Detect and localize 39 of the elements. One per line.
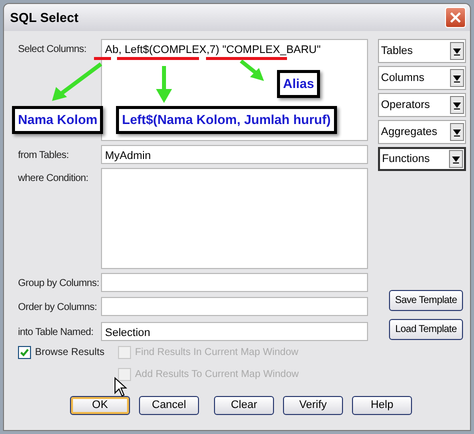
field-label: Order by Columns: bbox=[17, 301, 98, 315]
annotation-label: Alias bbox=[277, 70, 320, 98]
field-label: Group by Columns: bbox=[17, 277, 100, 291]
input-field[interactable]: Selection bbox=[101, 322, 368, 341]
pointer-arrow bbox=[156, 66, 172, 103]
annotation-label: Left$(Nama Kolom, Jumlah huruf) bbox=[116, 106, 337, 134]
input-field[interactable] bbox=[101, 297, 368, 316]
pointer-arrow bbox=[240, 59, 264, 81]
field-label: Select Columns: bbox=[17, 43, 88, 57]
annotation-label: Nama Kolom bbox=[12, 106, 104, 134]
field-label: from Tables: bbox=[17, 149, 70, 163]
field-label: into Table Named: bbox=[17, 326, 94, 340]
checkbox[interactable] bbox=[18, 346, 31, 359]
underline-mark bbox=[94, 57, 111, 60]
dialog-button[interactable]: Cancel bbox=[139, 396, 199, 415]
dialog-button[interactable]: Verify bbox=[283, 396, 343, 415]
dropdown[interactable]: Tables bbox=[378, 39, 466, 63]
dialog-button[interactable]: OK bbox=[70, 396, 130, 415]
template-button[interactable]: Load Template bbox=[389, 319, 463, 340]
close-icon bbox=[450, 12, 461, 23]
dropdown[interactable]: Aggregates bbox=[378, 120, 466, 144]
close-button[interactable] bbox=[445, 7, 466, 28]
dropdown[interactable]: Columns bbox=[378, 66, 466, 90]
check-icon bbox=[20, 348, 29, 357]
template-button[interactable]: Save Template bbox=[389, 290, 463, 311]
field-label: where Condition: bbox=[17, 172, 90, 186]
dropdown[interactable]: Functions bbox=[378, 147, 466, 171]
mouse-cursor-icon bbox=[114, 377, 127, 397]
dialog-button[interactable]: Clear bbox=[214, 396, 274, 415]
checkbox-label: Browse Results bbox=[35, 346, 104, 360]
checkbox-label: Find Results In Current Map Window bbox=[135, 346, 298, 360]
dialog-button[interactable]: Help bbox=[352, 396, 412, 415]
input-field[interactable]: MyAdmin bbox=[101, 145, 368, 164]
pointer-arrow bbox=[52, 62, 102, 101]
dropdown[interactable]: Operators bbox=[378, 93, 466, 117]
checkbox-label: Add Results To Current Map Window bbox=[135, 368, 299, 382]
window-title: SQL Select bbox=[10, 8, 78, 27]
input-field[interactable] bbox=[101, 273, 368, 292]
input-field[interactable] bbox=[101, 168, 368, 269]
